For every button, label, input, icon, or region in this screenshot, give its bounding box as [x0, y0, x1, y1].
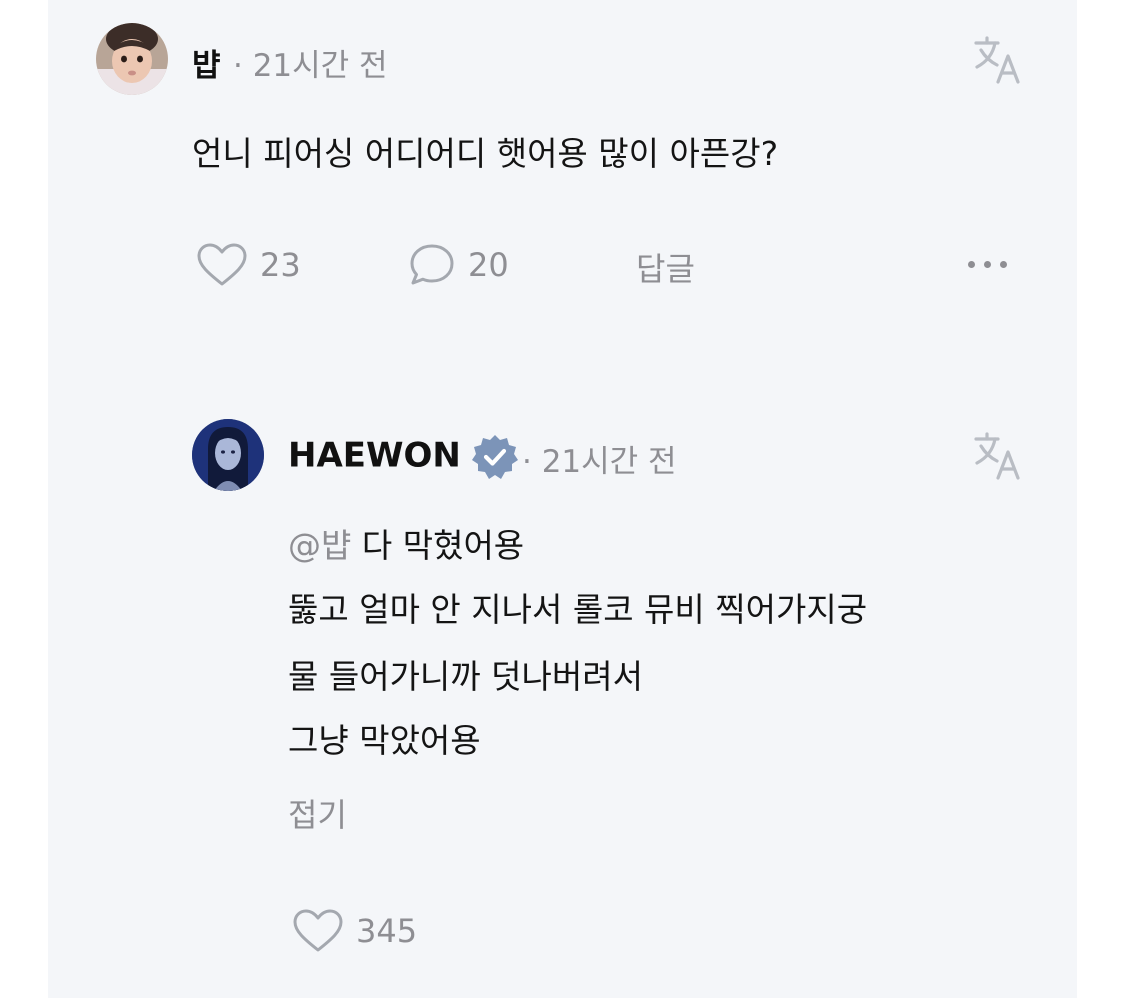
reply-text-line-3: 물 들어가니까 덧나버려서 [288, 657, 643, 696]
reply-text-line-1: @뱝 다 막혔어용 [288, 514, 524, 578]
reply-line-1-text: 다 막혔어용 [361, 526, 525, 565]
commenter-avatar[interactable] [96, 23, 168, 95]
reply-author-label: HAEWON [288, 435, 461, 476]
heart-icon [293, 909, 343, 952]
comment-timestamp: · 21시간 전 [233, 48, 388, 84]
reply-count-button[interactable]: 20 [408, 242, 509, 288]
like-count: 23 [260, 246, 301, 284]
reply-author-avatar[interactable] [192, 419, 264, 491]
speech-bubble-icon [410, 244, 454, 285]
reply-like-button[interactable]: 345 [292, 908, 417, 954]
heart-icon [197, 243, 247, 286]
translate-icon[interactable] [972, 34, 1024, 86]
translate-icon[interactable] [972, 430, 1024, 482]
reply-author-name[interactable]: HAEWON [288, 433, 519, 481]
reply-button[interactable]: 답글 [636, 244, 695, 290]
commenter-name[interactable]: 뱝 [192, 40, 221, 85]
collapse-button[interactable]: 접기 [288, 790, 347, 836]
comment-text: 언니 피어싱 어디어디 햇어용 많이 아픈강? [192, 134, 779, 173]
reply-text-line-4: 그냥 막았어용 [288, 721, 481, 760]
like-button[interactable]: 23 [196, 242, 301, 288]
verified-badge-icon [471, 435, 518, 479]
reply-text-line-2: 뚫고 얼마 안 지나서 롤코 뮤비 찍어가지궁 [288, 590, 868, 629]
more-icon[interactable] [968, 254, 1007, 274]
reply-count: 20 [468, 246, 509, 284]
reply-like-count: 345 [356, 912, 418, 950]
mention-link[interactable]: @뱝 [288, 526, 351, 565]
reply-timestamp: · 21시간 전 [522, 444, 677, 480]
